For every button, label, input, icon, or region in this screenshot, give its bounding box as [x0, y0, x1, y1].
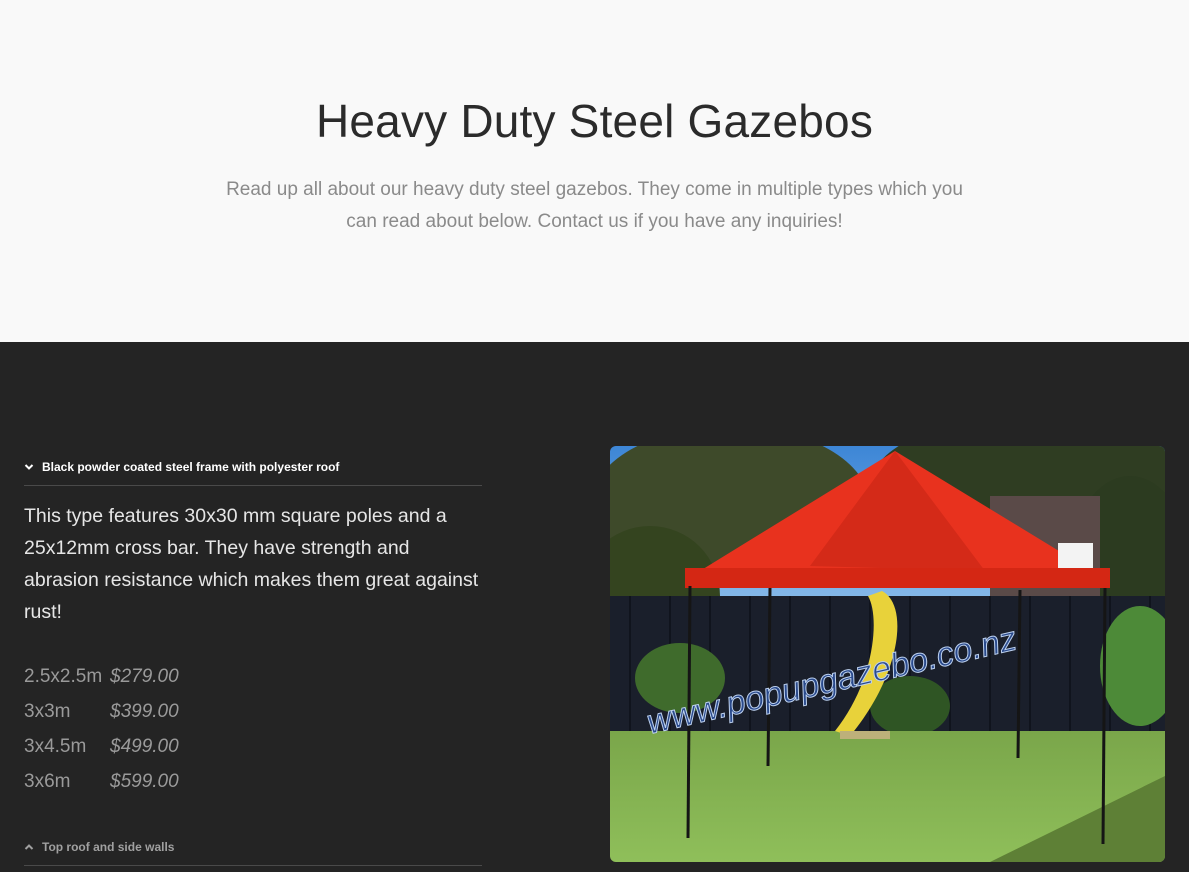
price-size: 2.5x2.5m	[24, 666, 103, 687]
price-row: 3x4.5m $499.00	[24, 736, 482, 771]
price-row: 2.5x2.5m $279.00	[24, 666, 482, 701]
gazebo-illustration: www.popupgazebo.co.nz	[610, 446, 1165, 862]
price-amount: $599.00	[110, 771, 179, 792]
page-title: Heavy Duty Steel Gazebos	[315, 95, 874, 147]
product-description: This type features 30x30 mm square poles…	[24, 505, 479, 623]
price-list: 2.5x2.5m $279.00 3x3m $399.00 3x4.5m $49…	[24, 666, 482, 806]
price-size: 3x3m	[24, 701, 71, 722]
accordion-panel: This type features 30x30 mm square poles…	[24, 486, 482, 806]
chevron-up-icon	[24, 844, 34, 850]
gazebo-photo: www.popupgazebo.co.nz	[610, 446, 1165, 862]
accordion: Black powder coated steel frame with pol…	[24, 446, 482, 866]
price-row: 3x6m $599.00	[24, 771, 482, 806]
price-row: 3x3m $399.00	[24, 701, 482, 736]
product-section: Black powder coated steel frame with pol…	[0, 342, 1189, 872]
chevron-down-icon	[24, 464, 34, 470]
price-size: 3x4.5m	[24, 736, 87, 757]
accordion-header-steel-frame[interactable]: Black powder coated steel frame with pol…	[24, 446, 482, 486]
accordion-header-roof-walls[interactable]: Top roof and side walls	[24, 826, 482, 866]
accordion-title: Black powder coated steel frame with pol…	[42, 460, 340, 474]
page-subtitle: Read up all about our heavy duty steel g…	[226, 179, 963, 232]
price-amount: $499.00	[110, 736, 179, 757]
hero-section: Heavy Duty Steel Gazebos Read up all abo…	[0, 0, 1189, 342]
accordion-title: Top roof and side walls	[42, 840, 175, 854]
price-size: 3x6m	[24, 771, 71, 792]
price-amount: $399.00	[110, 701, 179, 722]
price-amount: $279.00	[110, 666, 179, 687]
